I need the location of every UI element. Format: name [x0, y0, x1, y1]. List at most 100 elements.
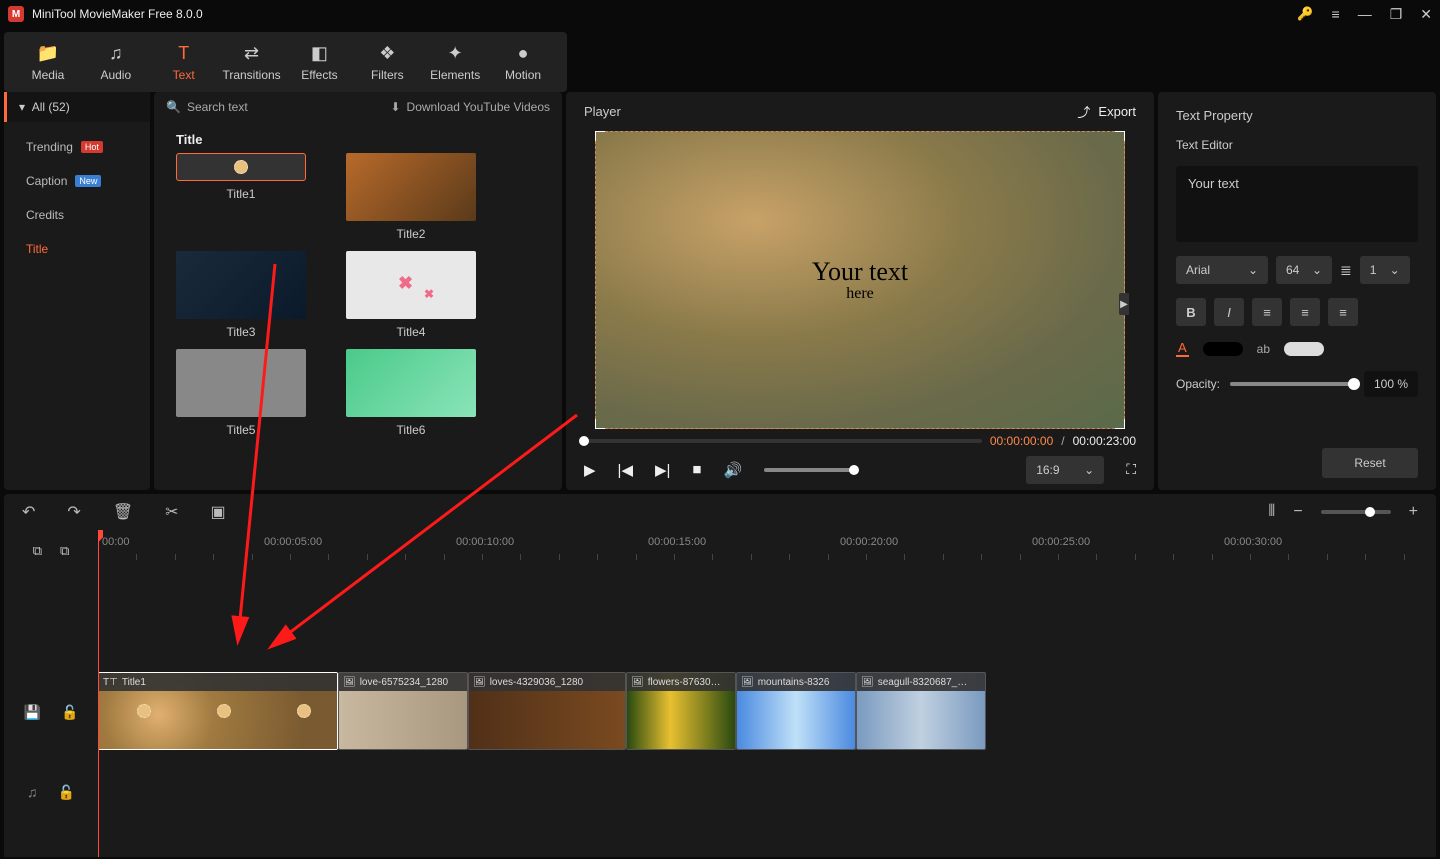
clip[interactable]: 🖼flowers-87630…	[626, 672, 736, 750]
playhead[interactable]	[98, 530, 99, 857]
aspect-value: 16:9	[1036, 463, 1059, 477]
zoom-in-button[interactable]: +	[1409, 503, 1418, 521]
key-icon[interactable]: 🔑	[1297, 6, 1313, 22]
font-size-select[interactable]: 64⌄	[1276, 256, 1332, 284]
search-input[interactable]: 🔍Search text	[166, 100, 380, 114]
empty-track[interactable]	[98, 572, 1436, 672]
save-icon[interactable]: 💾	[24, 704, 41, 721]
thumb-title5[interactable]: Title5	[176, 349, 306, 437]
clip[interactable]: T⊤Title1	[98, 672, 338, 750]
music-icon[interactable]: ♫	[27, 784, 38, 800]
crop-button[interactable]: ▣	[211, 502, 226, 522]
clip[interactable]: 🖼love-6575234_1280	[338, 672, 468, 750]
minimize-button[interactable]: —	[1358, 6, 1372, 22]
export-button[interactable]: ⤴Export	[1077, 102, 1136, 121]
text-color-swatch[interactable]	[1203, 342, 1243, 356]
timeline-snap-icon[interactable]: ⦀	[1268, 503, 1275, 521]
overlay-text-2: here	[846, 285, 874, 303]
add-track-icon[interactable]: ⧉	[33, 543, 42, 559]
video-track[interactable]: T⊤Title1🖼love-6575234_1280🖼loves-4329036…	[98, 672, 1436, 752]
menu-icon[interactable]: ≡	[1332, 6, 1340, 22]
prev-frame-button[interactable]: |◀	[618, 461, 633, 479]
thumb-label: Title5	[227, 423, 256, 437]
play-button[interactable]: ▶	[584, 461, 596, 479]
tab-text[interactable]: T Text	[150, 32, 218, 92]
tab-transitions[interactable]: ⇄Transitions	[218, 32, 286, 92]
volume-icon[interactable]: 🔊	[723, 461, 742, 479]
thumb-title4[interactable]: ✖✖Title4	[346, 251, 476, 339]
maximize-button[interactable]: ❐	[1390, 6, 1403, 23]
font-select[interactable]: Arial⌄	[1176, 256, 1268, 284]
preview-stage[interactable]: Your text here	[595, 131, 1125, 429]
reset-button[interactable]: Reset	[1322, 448, 1418, 478]
panel-collapse-button[interactable]: ▶	[1119, 293, 1129, 315]
highlight-color-swatch[interactable]	[1284, 342, 1324, 356]
hot-badge: Hot	[81, 141, 103, 153]
align-left-button[interactable]: ≡	[1252, 298, 1282, 326]
zoom-slider[interactable]	[1321, 510, 1391, 514]
highlight-color-picker[interactable]: ab	[1257, 342, 1270, 356]
text-editor-input[interactable]: Your text	[1176, 166, 1418, 242]
category-label: Credits	[26, 208, 64, 222]
italic-button[interactable]: I	[1214, 298, 1244, 326]
music-icon: ♫	[109, 43, 123, 64]
audio-track[interactable]	[98, 752, 1436, 832]
fullscreen-button[interactable]: ⛶	[1126, 461, 1136, 478]
app-icon: M	[8, 6, 24, 22]
delete-button[interactable]: 🗑	[113, 502, 133, 522]
thumb-label: Title3	[227, 325, 256, 339]
align-center-button[interactable]: ≡	[1290, 298, 1320, 326]
opacity-slider[interactable]	[1230, 382, 1354, 386]
line-height-select[interactable]: 1⌄	[1360, 256, 1410, 284]
stop-button[interactable]: ■	[692, 461, 701, 478]
tab-elements[interactable]: ✦Elements	[421, 32, 489, 92]
track-area[interactable]: 00:00 00:00:05:00 00:00:10:00 00:00:15:0…	[98, 530, 1436, 857]
split-button[interactable]: ✂	[165, 502, 178, 522]
next-frame-button[interactable]: ▶|	[655, 461, 670, 479]
tab-label: Filters	[371, 68, 404, 82]
align-right-button[interactable]: ≡	[1328, 298, 1358, 326]
category-title[interactable]: Title	[4, 232, 150, 266]
scrub-bar[interactable]	[584, 439, 982, 443]
bold-button[interactable]: B	[1176, 298, 1206, 326]
tab-effects[interactable]: ◧Effects	[286, 32, 354, 92]
tab-audio[interactable]: ♫Audio	[82, 32, 150, 92]
category-trending[interactable]: Trending Hot	[4, 130, 150, 164]
title-bar: M MiniTool MovieMaker Free 8.0.0 🔑 ≡ — ❐…	[0, 0, 1440, 28]
unlock-icon[interactable]: 🔓	[58, 784, 75, 801]
clip[interactable]: 🖼mountains-8326	[736, 672, 856, 750]
category-caption[interactable]: CaptionNew	[4, 164, 150, 198]
thumb-label: Title4	[397, 325, 426, 339]
tab-motion[interactable]: ●Motion	[489, 32, 557, 92]
aspect-ratio-select[interactable]: 16:9⌄	[1026, 456, 1104, 484]
text-icon: T	[178, 43, 189, 64]
category-credits[interactable]: Credits	[4, 198, 150, 232]
category-label: Trending	[26, 140, 73, 154]
time-ruler[interactable]: 00:00 00:00:05:00 00:00:10:00 00:00:15:0…	[98, 530, 1436, 572]
new-badge: New	[75, 175, 101, 187]
clip[interactable]: 🖼loves-4329036_1280	[468, 672, 626, 750]
link-label: Download YouTube Videos	[407, 100, 550, 114]
tab-filters[interactable]: ❖Filters	[353, 32, 421, 92]
zoom-out-button[interactable]: −	[1293, 503, 1302, 521]
track-group-icon[interactable]: ⧉	[60, 543, 69, 559]
redo-button[interactable]: ↷	[67, 502, 80, 522]
opacity-value[interactable]: 100 %	[1364, 371, 1418, 397]
line-height-icon: ≣	[1340, 262, 1352, 279]
tab-label: Text	[173, 68, 195, 82]
unlock-icon[interactable]: 🔓	[61, 704, 78, 721]
thumb-title2[interactable]: Title2	[346, 153, 476, 241]
thumb-title6[interactable]: Title6	[346, 349, 476, 437]
text-color-picker[interactable]: A	[1176, 340, 1189, 357]
close-button[interactable]: ✕	[1420, 6, 1432, 23]
thumb-title3[interactable]: Title3	[176, 251, 306, 339]
undo-button[interactable]: ↶	[22, 502, 35, 522]
category-all[interactable]: ▾ All (52)	[4, 92, 150, 122]
tab-media[interactable]: 📁Media	[14, 32, 82, 92]
thumb-title1[interactable]: Title1	[176, 153, 306, 241]
category-sidebar: ▾ All (52) Trending Hot CaptionNew Credit…	[4, 92, 150, 490]
cloud-download-icon: ⬇	[390, 100, 400, 114]
download-youtube-link[interactable]: ⬇ Download YouTube Videos	[390, 100, 550, 114]
volume-slider[interactable]	[764, 468, 854, 472]
clip[interactable]: 🖼seagull-8320687_…	[856, 672, 986, 750]
